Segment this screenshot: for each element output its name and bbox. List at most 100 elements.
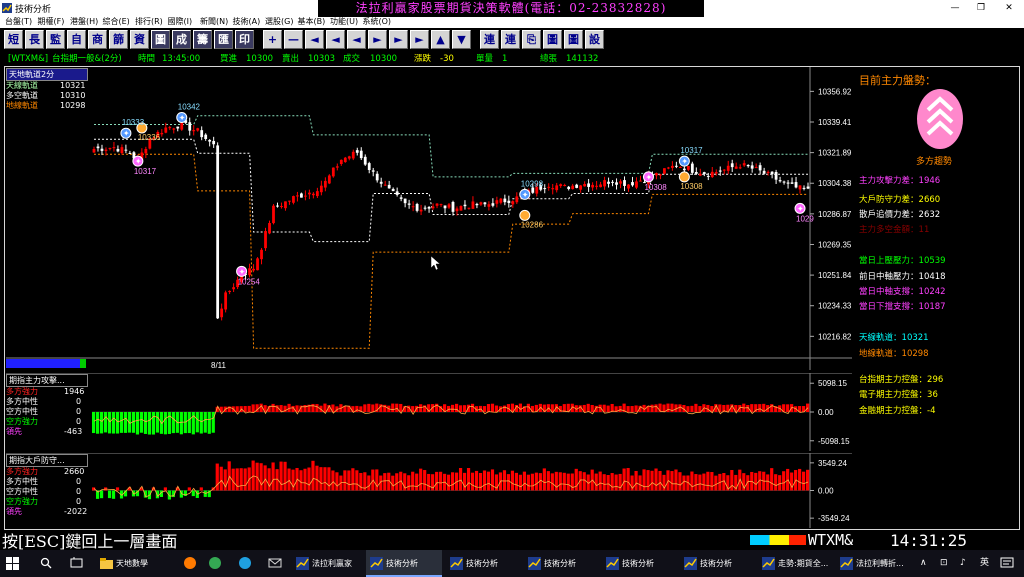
scroll-start-button[interactable]: ◄: [305, 30, 324, 49]
notification-icon[interactable]: [1000, 557, 1014, 570]
taskbar-app[interactable]: 技術分析: [366, 550, 442, 577]
power-bar: [351, 468, 355, 491]
menu-item[interactable]: 台盤(T): [5, 16, 32, 28]
candle-body: [371, 170, 375, 172]
commodity-button[interactable]: 商: [88, 30, 107, 49]
taskbar-app[interactable]: 法拉利贏家: [292, 550, 368, 577]
link-button[interactable]: 連: [480, 30, 499, 49]
menu-item[interactable]: 期權(F): [38, 16, 65, 28]
menu-item[interactable]: 國際(I): [168, 16, 193, 28]
print-button[interactable]: 印: [235, 30, 254, 49]
watchlist-button[interactable]: 自: [67, 30, 86, 49]
taskbar-app[interactable]: 技術分析: [602, 550, 678, 577]
signal-marker[interactable]: [678, 171, 690, 183]
candle-body: [112, 147, 116, 149]
attack-power-chart[interactable]: 5098.15 0.00 -5098.15: [6, 373, 852, 451]
screener-button[interactable]: 篩: [109, 30, 128, 49]
ime-indicator[interactable]: 英: [980, 550, 989, 577]
power-bar: [435, 471, 439, 491]
minimize-button[interactable]: —: [941, 0, 969, 16]
power-bar: [482, 406, 487, 412]
defense-power-chart[interactable]: 3549.24 0.00 -3549.24: [6, 453, 852, 528]
task-view-icon[interactable]: [70, 557, 83, 569]
scroll-end-button[interactable]: ►: [410, 30, 429, 49]
scroll-handle[interactable]: [80, 359, 86, 368]
menu-item[interactable]: 基本(B): [298, 16, 326, 28]
export-button[interactable]: 匯: [214, 30, 233, 49]
scroll-right-button[interactable]: ►: [368, 30, 387, 49]
menu-item[interactable]: 排行(R): [135, 16, 163, 28]
zoom-out-button[interactable]: —: [284, 30, 303, 49]
panel-label: 當日下擋支撐: [859, 302, 911, 312]
panel-colon: ：: [893, 333, 902, 343]
attack-title[interactable]: 期指主力攻擊...: [6, 374, 88, 387]
power-bar: [706, 471, 710, 491]
power-bar: [191, 490, 195, 497]
power-bar: [630, 406, 634, 412]
candle-body: [475, 203, 479, 206]
power-bar: [770, 468, 774, 491]
windows-start-icon[interactable]: [6, 557, 19, 570]
signal-glyph: ✦: [522, 190, 529, 199]
scroll-up-button[interactable]: ▲: [431, 30, 450, 49]
quote-short-button[interactable]: 短: [4, 30, 23, 49]
settings-button[interactable]: 設: [585, 30, 604, 49]
link2-button[interactable]: 連: [501, 30, 520, 49]
power-bar: [670, 471, 674, 491]
taskbar-app[interactable]: 技術分析: [446, 550, 522, 577]
menu-item[interactable]: 選股(G): [265, 16, 293, 28]
scroll-page-left-button[interactable]: ◄: [326, 30, 345, 49]
search-icon[interactable]: [40, 557, 52, 569]
monitor-button[interactable]: 監: [46, 30, 65, 49]
indicator-title[interactable]: 天地軌道2分: [6, 68, 88, 81]
menu-item[interactable]: 港盤(H): [70, 16, 98, 28]
mail-icon[interactable]: [268, 556, 282, 570]
panel-value: 296: [927, 375, 944, 385]
taskbar-app[interactable]: 技術分析: [680, 550, 756, 577]
candle-body: [786, 182, 790, 184]
close-button[interactable]: ✕: [995, 0, 1023, 16]
volume-icon[interactable]: ♪: [960, 550, 966, 577]
copy-button[interactable]: ⎘: [522, 30, 541, 49]
scroll-down-button[interactable]: ▼: [452, 30, 471, 49]
data-button[interactable]: 資: [130, 30, 149, 49]
image2-button[interactable]: 圖: [564, 30, 583, 49]
candle-body: [663, 168, 666, 174]
signal-label: 1029: [796, 214, 814, 223]
scroll-thumb[interactable]: [6, 359, 82, 368]
chrome-icon[interactable]: [208, 556, 222, 570]
taskbar-app[interactable]: 法拉利轉折...: [836, 550, 912, 577]
zoom-in-button[interactable]: +: [263, 30, 282, 49]
signal-marker[interactable]: [519, 209, 531, 221]
candle-body: [355, 150, 359, 153]
taskbar-app[interactable]: 技術分析: [524, 550, 600, 577]
network-icon[interactable]: ⊡: [940, 550, 948, 577]
price-tick-label: 10251.84: [818, 271, 852, 280]
candle-body: [655, 173, 658, 176]
menu-item[interactable]: 系統(O): [363, 16, 392, 28]
tray-chevron-icon[interactable]: ∧: [920, 550, 927, 577]
chart-button[interactable]: 圖: [151, 30, 170, 49]
menu-item[interactable]: 綜合(E): [103, 16, 130, 28]
chip-button[interactable]: 籌: [193, 30, 212, 49]
volume-button[interactable]: 成: [172, 30, 191, 49]
bid-label: 買進: [220, 54, 238, 64]
candle-body: [427, 206, 431, 209]
image-button[interactable]: 圖: [543, 30, 562, 49]
taskbar-app[interactable]: 走勢:期貨全...: [758, 550, 834, 577]
ie-icon[interactable]: [238, 556, 252, 570]
panel-label: 電子期主力控盤: [859, 390, 919, 400]
maximize-button[interactable]: ❐: [967, 0, 995, 16]
scroll-left-button[interactable]: ◄: [347, 30, 366, 49]
menu-item[interactable]: 新聞(N): [200, 16, 228, 28]
time-label: 時間: [138, 54, 156, 64]
main-price-chart[interactable]: 8/11 10356.92 10339.41 10321.89 10304.38 1028…: [6, 67, 852, 370]
firefox-icon[interactable]: [183, 556, 197, 570]
menu-item[interactable]: 技術(A): [233, 16, 261, 28]
defense-title[interactable]: 期指大戶防守...: [6, 454, 88, 467]
taskbar-app[interactable]: 天地數學: [96, 550, 172, 577]
quote-long-button[interactable]: 長: [25, 30, 44, 49]
signal-label: 10286: [521, 220, 544, 229]
scroll-page-right-button[interactable]: ►: [389, 30, 408, 49]
menu-item[interactable]: 功能(U): [330, 16, 358, 28]
